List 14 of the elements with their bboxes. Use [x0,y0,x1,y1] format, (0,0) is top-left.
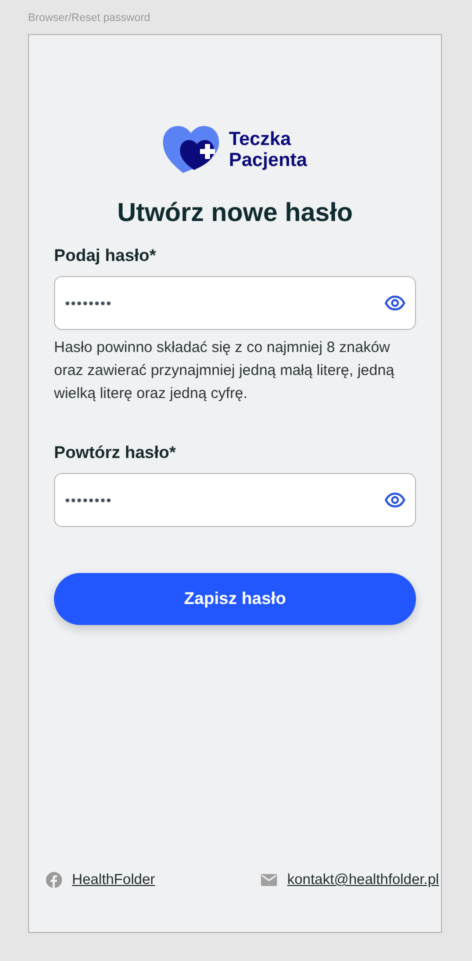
password-hint: Hasło powinno składać się z co najmniej 8 znaków oraz zawierać przynajmniej jedną małą literę, jedną wielką literę oraz jedną cyfrę. [54,338,396,404]
field-label: Podaj hasło* [54,246,158,266]
password-field[interactable]: •••••••• [54,473,416,527]
field-label: Powtórz hasło* [54,443,177,463]
page-title: Utwórz nowe hasło [116,197,354,228]
mail-icon [261,874,278,886]
footer-link[interactable]: kontakt@healthfolder.pl [287,872,439,888]
logo-text: Teczka [228,129,292,150]
frame-label: Browser/Reset password [28,12,152,26]
save-password-button[interactable]: Zapisz hasło [54,573,416,625]
facebook-icon [46,872,62,888]
footer-link[interactable]: HealthFolder [72,872,156,888]
password-field[interactable]: •••••••• [54,276,416,330]
logo-text: Pacjenta [228,150,308,171]
